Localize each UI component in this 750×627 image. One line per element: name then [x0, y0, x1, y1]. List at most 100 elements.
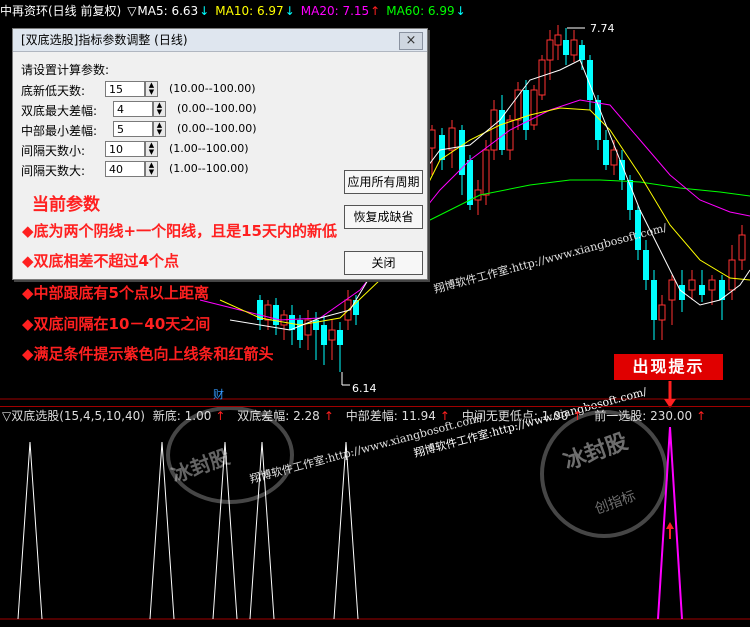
candle-body — [658, 304, 666, 321]
candle-body — [337, 330, 343, 345]
note-bullet: ◆双底相差不超过4个点 — [22, 252, 179, 270]
candle-body — [514, 89, 522, 121]
indicator-item: 中间无更低点: 1.00 ↑ — [461, 409, 583, 423]
note-bullet: ◆双底间隔在10－40天之间 — [22, 315, 211, 333]
signal-spike — [212, 441, 238, 620]
down-arrow-icon: ↓ — [199, 4, 210, 18]
param-range: (0.00--100.00) — [177, 102, 257, 115]
close-icon[interactable]: × — [399, 32, 423, 50]
candle-body — [643, 250, 649, 280]
candle-body — [428, 129, 436, 149]
signal-spike — [149, 441, 175, 620]
note-bullet: ◆中部跟底有5个点以上距离 — [22, 284, 209, 302]
ma-label: MA20: 7.15 — [300, 4, 370, 18]
param-range: (10.00--100.00) — [169, 82, 256, 95]
down-arrow-icon: ↓ — [455, 4, 466, 18]
ma-label: MA5: 6.63 — [137, 4, 199, 18]
param-input[interactable]: 10 — [105, 141, 145, 157]
up-arrow-icon — [666, 522, 674, 529]
up-arrow-icon: ↑ — [215, 409, 226, 423]
callout-arrow-icon — [664, 381, 676, 408]
candle-body — [708, 279, 716, 291]
indicator-item: 双底差幅: 2.28 ↑ — [237, 409, 334, 423]
candle-body — [523, 90, 529, 130]
candle-body — [467, 160, 473, 205]
apply-all-periods-button[interactable]: 应用所有周期 — [344, 170, 423, 194]
low-marker: 6.14 — [341, 372, 377, 395]
high-price-label: 7.74 — [590, 22, 615, 35]
dialog-subtitle: 请设置计算参数: — [21, 63, 110, 77]
candle-body — [570, 39, 578, 56]
ma-header: 中再资环(日线 前复权) ▽MA5: 6.63↓ MA10: 6.97↓ MA20: … — [0, 0, 478, 22]
up-arrow-icon: ↑ — [370, 4, 381, 18]
candle-body — [603, 140, 609, 165]
param-input[interactable]: 5 — [113, 121, 153, 137]
param-label: 中部最小差幅: — [21, 124, 98, 138]
param-label: 双底最大差幅: — [21, 104, 98, 118]
indicator-chart[interactable] — [0, 407, 750, 627]
candle-body — [699, 285, 705, 295]
candle-body — [554, 34, 562, 46]
indicator-title[interactable]: ▽双底选股(15,4,5,10,40) — [2, 409, 145, 423]
spinner-icon[interactable]: ▲ ▼ — [153, 121, 166, 137]
finance-marker[interactable]: 财 — [213, 387, 224, 400]
note-bullet: ◆底为两个阴线+一个阳线，且是15天内的新低 — [22, 222, 337, 240]
spinner-icon[interactable]: ▲ ▼ — [153, 101, 166, 117]
signal-spike — [333, 441, 359, 620]
low-price-label: 6.14 — [352, 382, 377, 395]
candle-body — [579, 45, 585, 60]
spinner-icon[interactable]: ▲ ▼ — [145, 141, 158, 157]
indicator-item: 前一选股: 230.00 ↑ — [594, 409, 707, 423]
candle-body — [738, 234, 746, 261]
candle-body — [651, 280, 657, 320]
note-bullet: ◆满足条件提示紫色向上线条和红箭头 — [22, 345, 274, 363]
param-label: 间隔天数小: — [21, 144, 86, 158]
indicator-item: 新底: 1.00 ↑ — [152, 409, 226, 423]
param-input[interactable]: 40 — [105, 161, 145, 177]
restore-default-button[interactable]: 恢复成缺省 — [344, 205, 423, 229]
param-label: 间隔天数大: — [21, 164, 86, 178]
candle-body — [728, 259, 736, 291]
param-label: 底新低天数: — [21, 84, 86, 98]
candle-body — [668, 279, 676, 301]
down-arrow-icon: ↓ — [284, 4, 295, 18]
up-arrow-icon: ↑ — [439, 409, 450, 423]
candle-body — [530, 89, 538, 126]
ma-label: MA60: 6.99 — [386, 4, 455, 18]
param-dialog: [双底选股]指标参数调整 (日线) × 请设置计算参数: 底新低天数: 15 ▲… — [12, 28, 428, 280]
param-range: (1.00--100.00) — [169, 162, 249, 175]
candle-body — [439, 135, 445, 160]
up-arrow-icon: ↑ — [572, 409, 583, 423]
candle-body — [289, 315, 295, 330]
signal-marks — [17, 426, 683, 620]
param-input[interactable]: 15 — [105, 81, 145, 97]
candle-body — [499, 110, 505, 150]
candle-body — [538, 59, 546, 96]
candle-body — [321, 325, 327, 345]
candle-body — [328, 329, 336, 341]
candle-body — [482, 149, 490, 196]
up-arrow-icon: ↑ — [323, 409, 334, 423]
candle-body — [297, 320, 303, 340]
spinner-icon[interactable]: ▲ ▼ — [145, 161, 158, 177]
signal-spike — [17, 441, 43, 620]
ma-label: MA10: 6.97 — [215, 4, 284, 18]
close-button[interactable]: 关闭 — [344, 251, 423, 275]
candle-body — [563, 40, 569, 55]
spinner-icon[interactable]: ▲ ▼ — [145, 81, 158, 97]
candle-body — [688, 279, 696, 291]
dialog-title[interactable]: [双底选股]指标参数调整 (日线) — [13, 29, 427, 52]
indicator-item: 中部差幅: 11.94 ↑ — [345, 409, 450, 423]
ma-values: MA5: 6.63↓ MA10: 6.97↓ MA20: 7.15↑ MA60: 6.… — [137, 4, 471, 18]
candle-body — [448, 127, 456, 151]
stock-title[interactable]: 中再资环(日线 前复权) — [0, 4, 121, 18]
signal-callout: 出现提示 — [614, 354, 723, 380]
indicator-header: ▽双底选股(15,4,5,10,40) 新底: 1.00 ↑ 双底差幅: 2.28… — [2, 407, 714, 425]
param-input[interactable]: 4 — [113, 101, 153, 117]
notes-title: 当前参数 — [32, 195, 100, 215]
candle-body — [610, 149, 618, 166]
candle-body — [506, 119, 514, 151]
candle-body — [273, 305, 279, 325]
menu-icon[interactable]: ▽ — [127, 4, 136, 18]
candle-body — [546, 39, 554, 61]
